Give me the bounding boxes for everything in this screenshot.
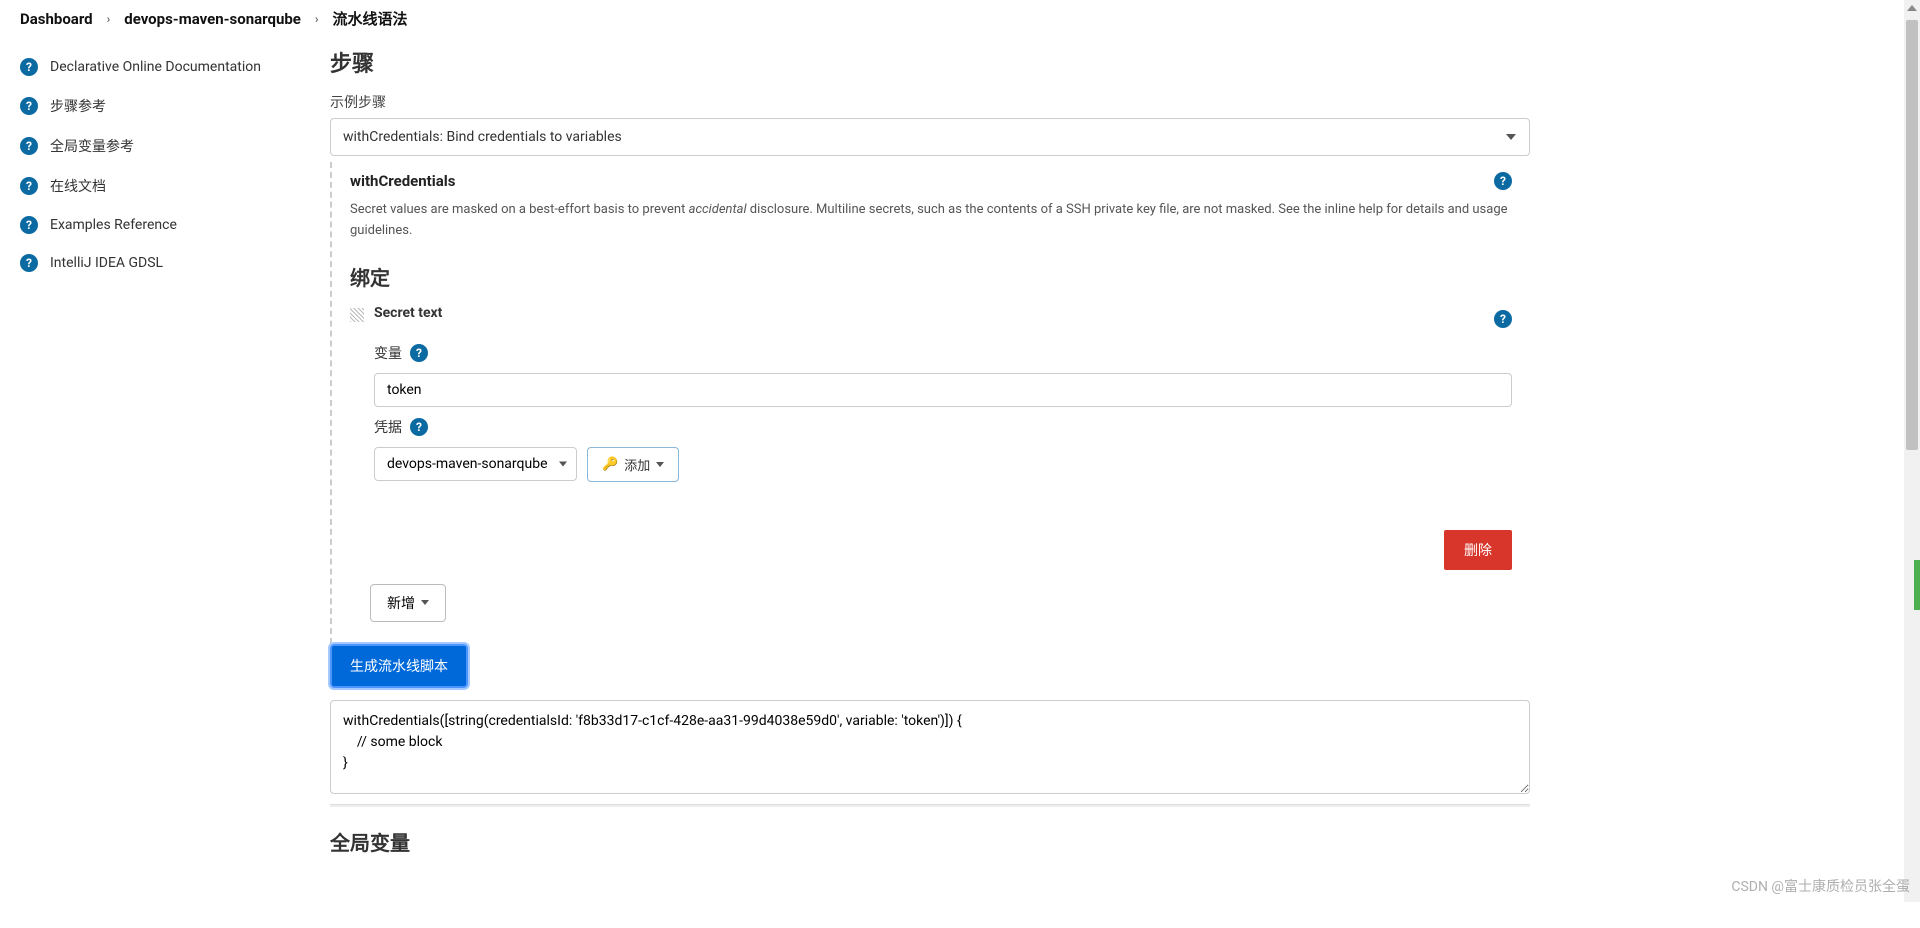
- binding-item: Secret text ? 变量 ? 凭据 ?: [350, 305, 1512, 492]
- sample-step-select[interactable]: withCredentials: Bind credentials to var…: [330, 118, 1530, 156]
- step-description: Secret values are masked on a best-effor…: [350, 200, 1512, 242]
- generate-pipeline-script-button[interactable]: 生成流水线脚本: [330, 644, 468, 688]
- sidebar-item-declarative-docs[interactable]: ? Declarative Online Documentation: [0, 48, 320, 86]
- help-icon[interactable]: ?: [1494, 310, 1512, 328]
- variable-label: 变量: [374, 343, 402, 363]
- breadcrumb: Dashboard › devops-maven-sonarqube › 流水线…: [0, 0, 1920, 38]
- sidebar: ?Declarative Online Documentation ?步骤参考 …: [0, 38, 320, 928]
- sidebar-item-steps-reference[interactable]: ? 步骤参考: [0, 86, 320, 126]
- new-button[interactable]: 新增: [370, 584, 446, 622]
- breadcrumb-page[interactable]: 流水线语法: [333, 8, 408, 29]
- help-icon[interactable]: ?: [410, 418, 428, 436]
- scroll-up-icon[interactable]: [1904, 0, 1920, 16]
- sidebar-item-label: IntelliJ IDEA GDSL: [50, 255, 163, 271]
- sidebar-item-intellij-gdsl[interactable]: ? IntelliJ IDEA GDSL: [0, 244, 320, 282]
- sidebar-item-online-docs[interactable]: ? 在线文档: [0, 166, 320, 206]
- breadcrumb-project[interactable]: devops-maven-sonarqube: [124, 10, 301, 28]
- annotation-marker: [1914, 560, 1920, 610]
- sidebar-item-label: Examples Reference: [50, 217, 177, 233]
- global-variables-heading: 全局变量: [330, 827, 1530, 856]
- sidebar-item-label: Declarative Online Documentation: [50, 59, 261, 75]
- scrollbar-thumb[interactable]: [1906, 20, 1918, 450]
- sidebar-item-globals-reference[interactable]: ? 全局变量参考: [0, 126, 320, 166]
- scrollbar[interactable]: [1904, 0, 1920, 902]
- question-icon: ?: [20, 216, 38, 234]
- question-icon: ?: [20, 58, 38, 76]
- steps-heading: 步骤: [330, 46, 1530, 78]
- chevron-down-icon: [656, 462, 664, 467]
- help-icon[interactable]: ?: [1494, 172, 1512, 190]
- main-content: 步骤 示例步骤 withCredentials: Bind credential…: [320, 38, 1550, 928]
- question-icon: ?: [20, 177, 38, 195]
- drag-handle-icon[interactable]: [350, 308, 364, 322]
- sidebar-item-label: 全局变量参考: [50, 136, 134, 156]
- question-icon: ?: [20, 254, 38, 272]
- key-icon: 🔑: [602, 457, 618, 472]
- step-name-title: withCredentials: [350, 172, 455, 190]
- bindings-heading: 绑定: [350, 262, 1512, 291]
- step-config-panel: withCredentials ? Secret values are mask…: [330, 162, 1530, 644]
- breadcrumb-dashboard[interactable]: Dashboard: [20, 10, 93, 28]
- variable-input[interactable]: [374, 373, 1512, 407]
- chevron-right-icon: ›: [107, 12, 111, 26]
- question-icon: ?: [20, 137, 38, 155]
- sidebar-item-label: 步骤参考: [50, 96, 106, 116]
- question-icon: ?: [20, 97, 38, 115]
- sidebar-item-examples[interactable]: ? Examples Reference: [0, 206, 320, 244]
- pipeline-script-output[interactable]: [330, 700, 1530, 794]
- sidebar-item-label: 在线文档: [50, 176, 106, 196]
- sample-step-label: 示例步骤: [330, 92, 1530, 112]
- credential-label: 凭据: [374, 417, 402, 437]
- separator: [330, 804, 1530, 807]
- delete-button[interactable]: 删除: [1444, 530, 1512, 570]
- chevron-down-icon: [421, 600, 429, 605]
- help-icon[interactable]: ?: [410, 344, 428, 362]
- credential-select[interactable]: devops-maven-sonarqube: [374, 447, 577, 481]
- binding-type-label: Secret text: [374, 305, 442, 321]
- add-credential-button[interactable]: 🔑 添加: [587, 447, 679, 482]
- chevron-right-icon: ›: [315, 12, 319, 26]
